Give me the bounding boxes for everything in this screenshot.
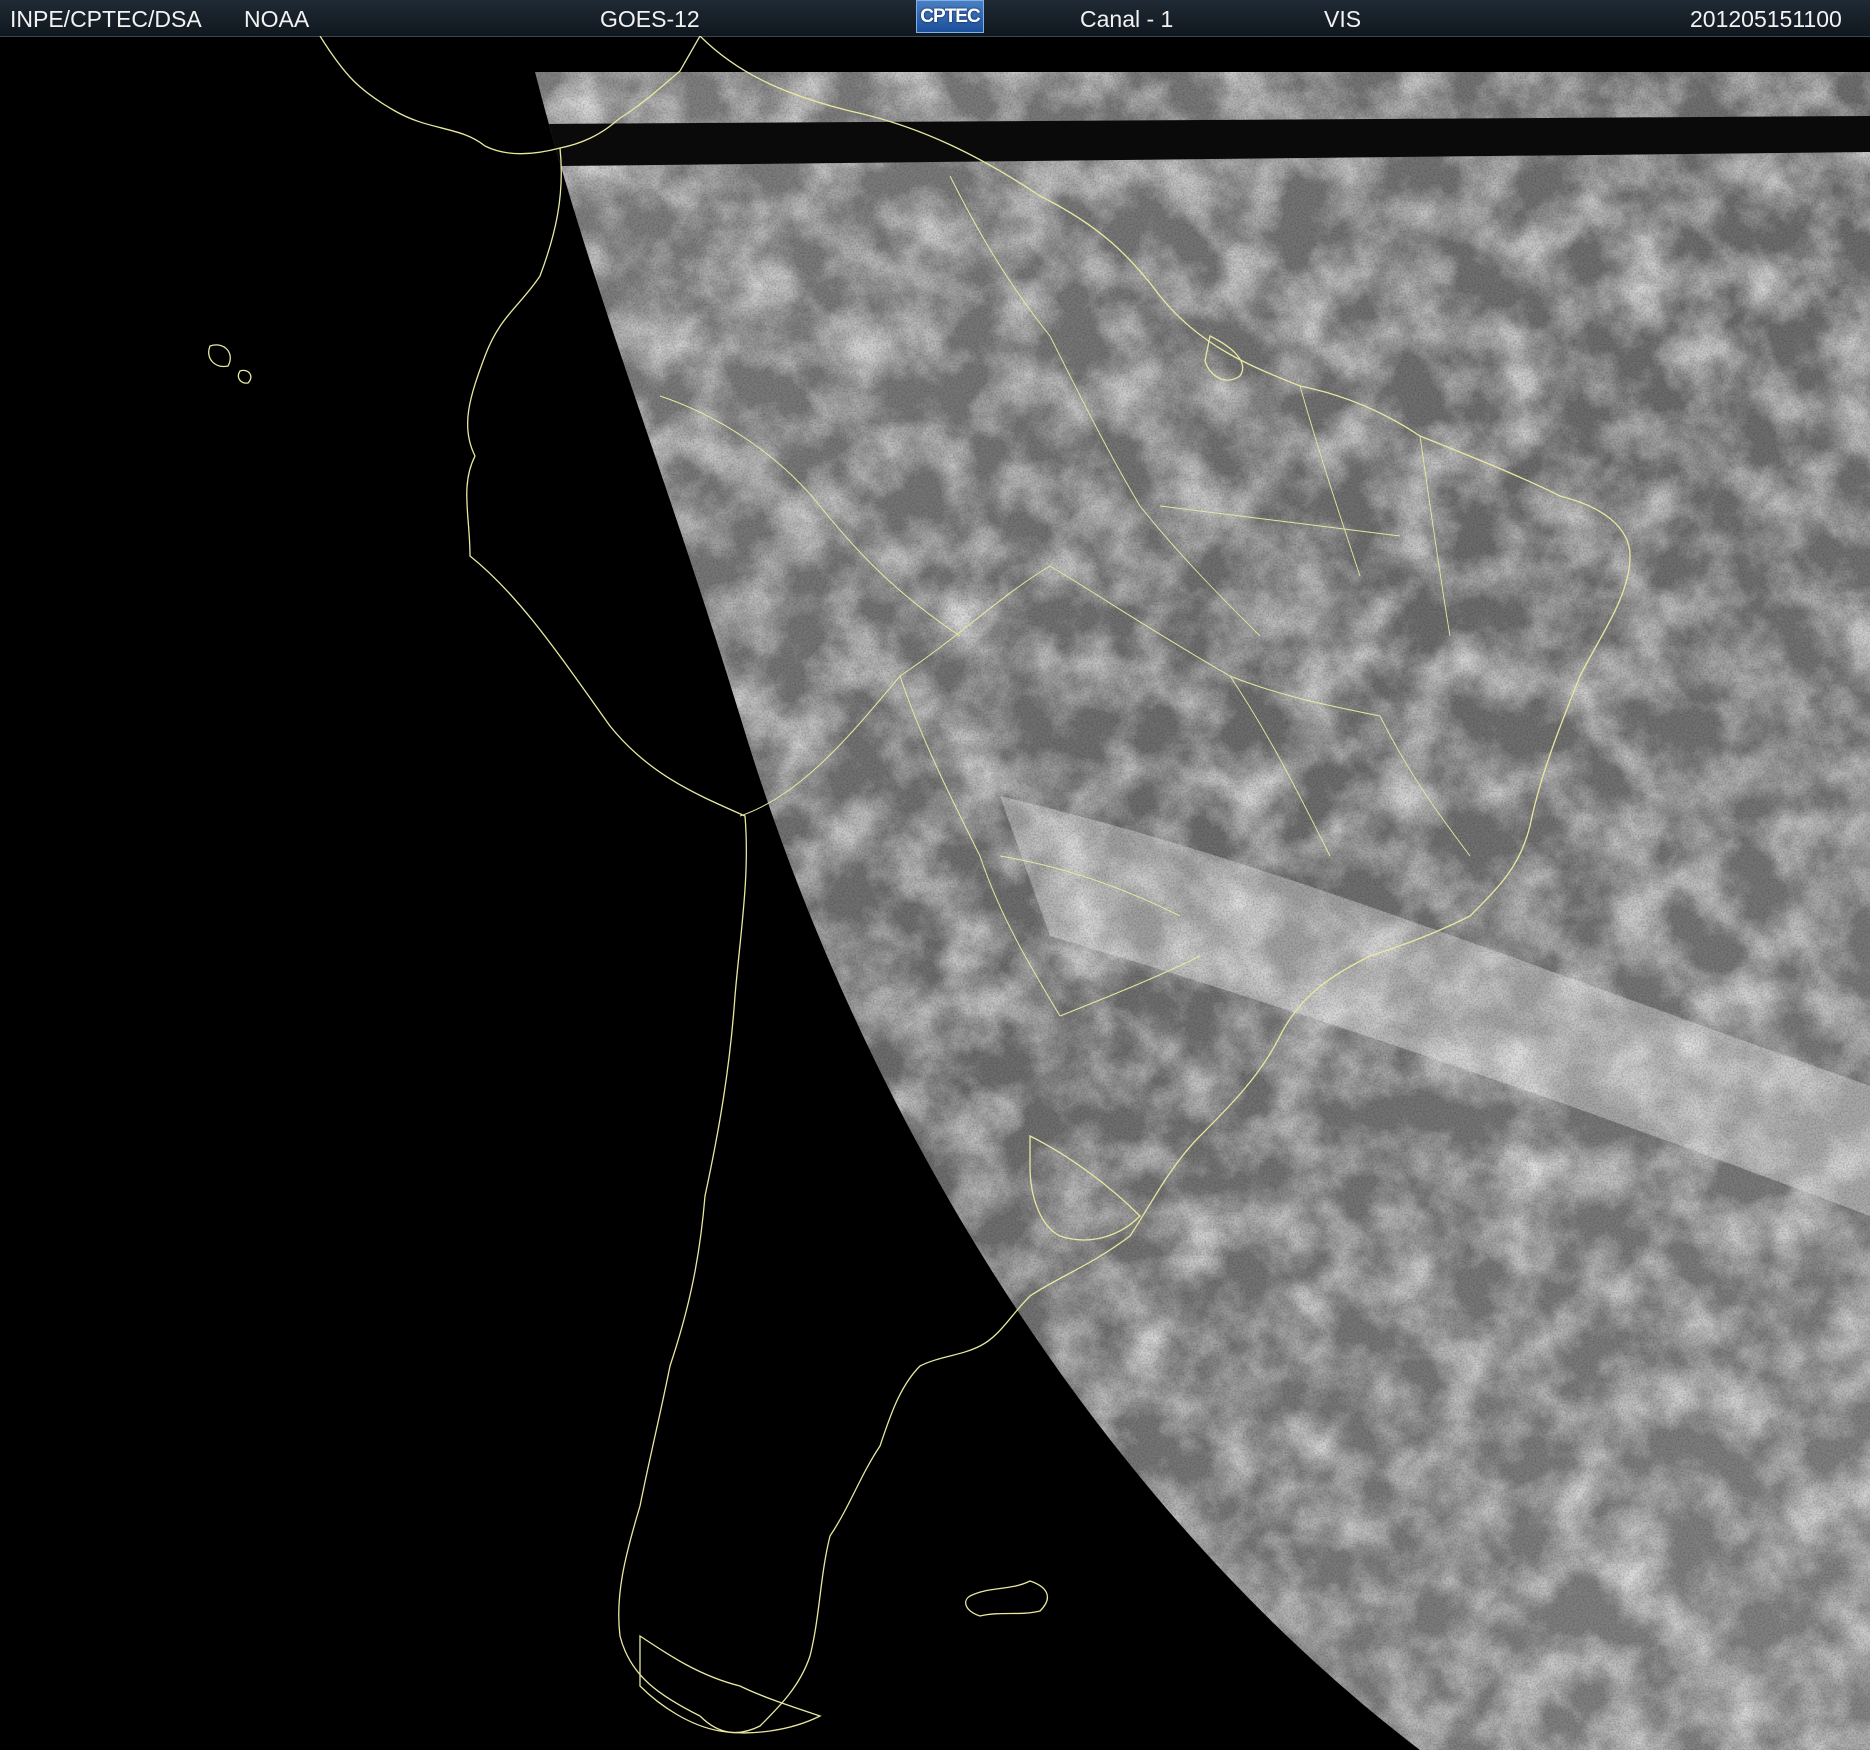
image-header-bar: INPE/CPTEC/DSA NOAA GOES-12 CPTEC Canal … [0,0,1870,37]
band-label: VIS [1324,6,1362,32]
cptec-logo: CPTEC [916,0,984,33]
satellite-disc [535,72,1870,1750]
timestamp-label: 201205151100 [1690,6,1842,32]
institution-label: INPE/CPTEC/DSA [10,6,202,32]
satellite-image [0,36,1870,1750]
agency-label: NOAA [244,6,310,32]
galapagos-islands [208,344,252,384]
tierra-del-fuego [639,1634,822,1734]
channel-label: Canal - 1 [1080,6,1174,32]
satellite-label: GOES-12 [600,6,700,32]
falkland-islands [965,1580,1049,1617]
